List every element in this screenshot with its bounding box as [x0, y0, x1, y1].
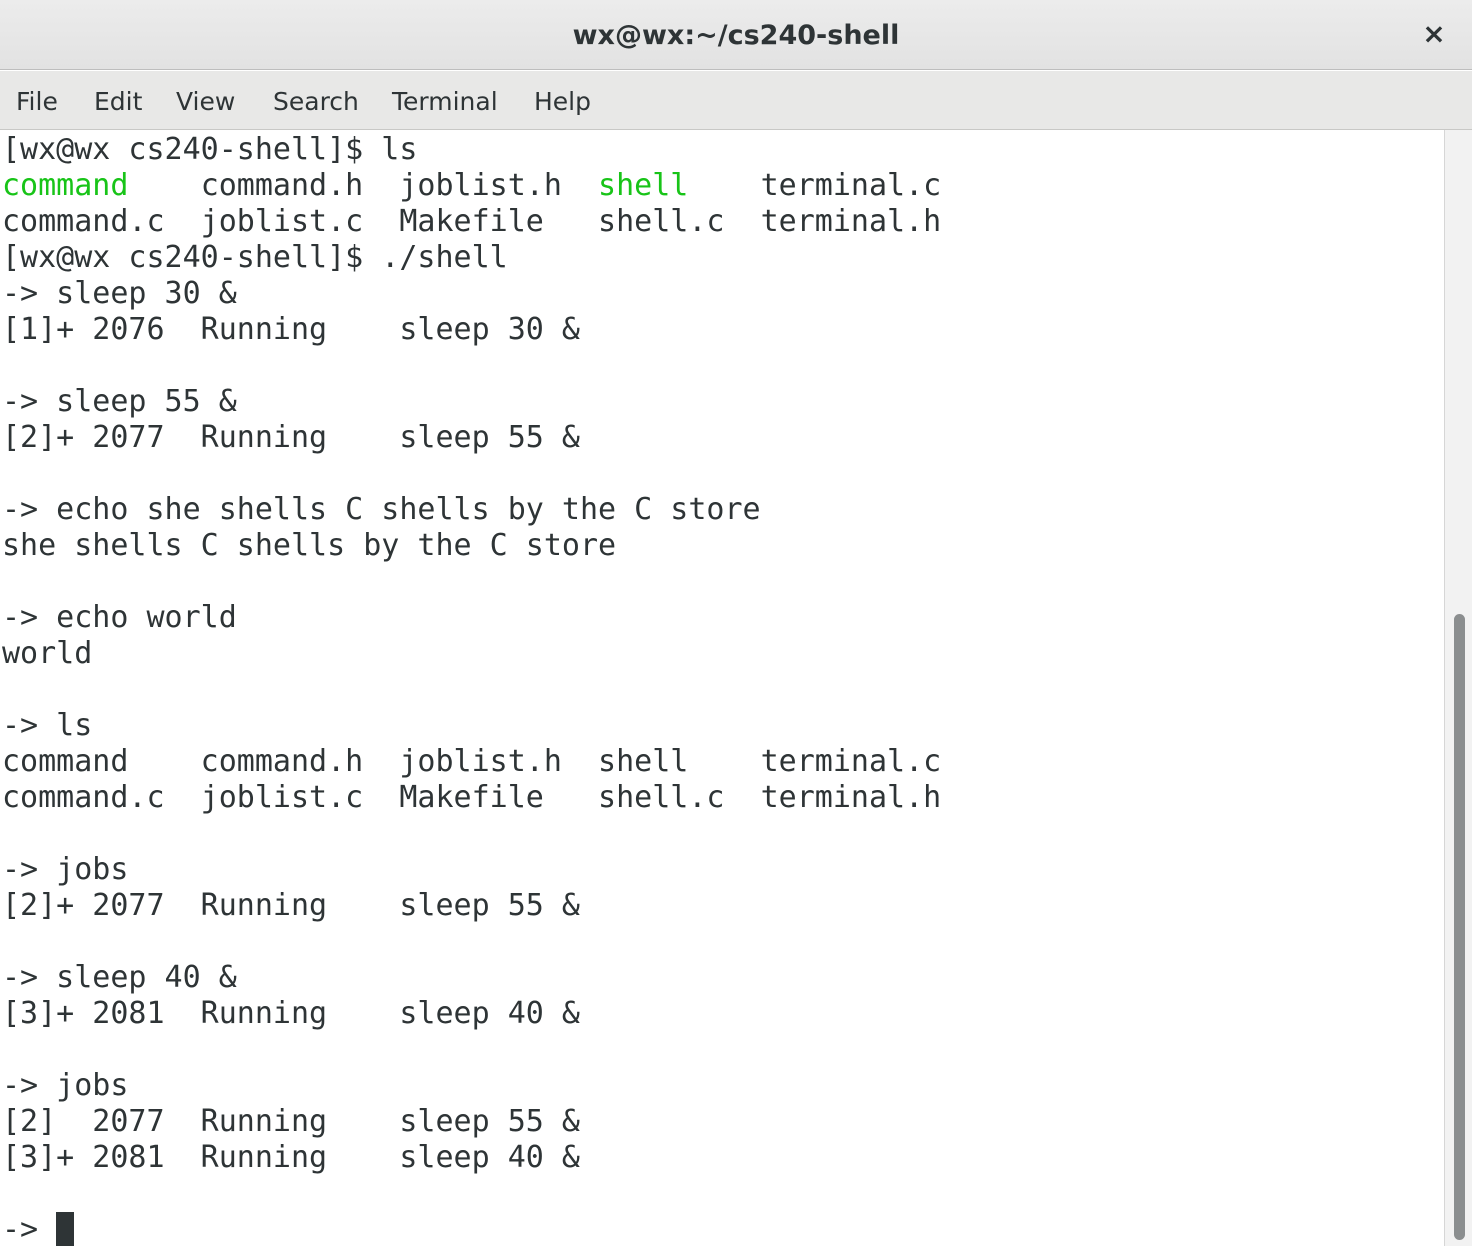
terminal-line: -> jobs: [2, 1068, 129, 1103]
window-title: wx@wx:~/cs240-shell: [572, 20, 900, 51]
vertical-scrollbar[interactable]: [1444, 130, 1472, 1246]
terminal-line: -> sleep 30 &: [2, 276, 237, 311]
text-cursor: [56, 1212, 74, 1246]
menu-file[interactable]: File: [16, 85, 58, 119]
menu-bar: File Edit View Search Terminal Help: [0, 71, 1472, 130]
scrollbar-thumb[interactable]: [1454, 614, 1465, 1240]
terminal-line: command.c joblist.c Makefile shell.c ter…: [2, 780, 942, 815]
terminal-line: [wx@wx cs240-shell]$ ls: [2, 132, 418, 167]
terminal-line: [2]+ 2077 Running sleep 55 &: [2, 888, 580, 923]
terminal-line: [wx@wx cs240-shell]$ ./shell: [2, 240, 508, 275]
listing-files: terminal.c: [688, 168, 942, 203]
terminal-line: -> ls: [2, 708, 93, 743]
terminal-line: -> sleep 40 &: [2, 960, 237, 995]
terminal-line: command command.h joblist.h shell termin…: [2, 744, 942, 779]
menu-terminal[interactable]: Terminal: [392, 85, 498, 119]
title-bar[interactable]: wx@wx:~/cs240-shell ×: [0, 0, 1472, 70]
terminal-line: -> echo world: [2, 600, 237, 635]
terminal-window: wx@wx:~/cs240-shell × File Edit View Sea…: [0, 0, 1472, 1246]
menu-search[interactable]: Search: [273, 85, 359, 119]
prompt-line: ->: [2, 1212, 57, 1246]
executable-name: command: [2, 168, 129, 203]
terminal-line-colored-listing: command command.h joblist.h shell termin…: [2, 168, 941, 204]
menu-view[interactable]: View: [176, 85, 235, 119]
terminal-line: [2]+ 2077 Running sleep 55 &: [2, 420, 580, 455]
listing-spacer: [128, 168, 200, 203]
menu-help[interactable]: Help: [534, 85, 591, 119]
terminal-line: -> sleep 55 &: [2, 384, 237, 419]
terminal-line: -> jobs: [2, 852, 129, 887]
close-icon[interactable]: ×: [1414, 16, 1454, 52]
terminal-line: [1]+ 2076 Running sleep 30 &: [2, 312, 580, 347]
menu-edit[interactable]: Edit: [94, 85, 142, 119]
terminal-line: command.c joblist.c Makefile shell.c ter…: [2, 204, 942, 239]
terminal-line: -> echo she shells C shells by the C sto…: [2, 492, 761, 527]
listing-files: command.h joblist.h: [200, 168, 599, 203]
terminal-line: [2] 2077 Running sleep 55 &: [2, 1104, 580, 1139]
terminal-line: world: [2, 636, 93, 671]
terminal-line: [3]+ 2081 Running sleep 40 &: [2, 996, 580, 1031]
terminal-line: she shells C shells by the C store: [2, 528, 617, 563]
executable-name: shell: [598, 168, 689, 203]
terminal-output[interactable]: [wx@wx cs240-shell]$ ls command command.…: [0, 130, 1444, 1246]
terminal-line: [3]+ 2081 Running sleep 40 &: [2, 1140, 580, 1175]
